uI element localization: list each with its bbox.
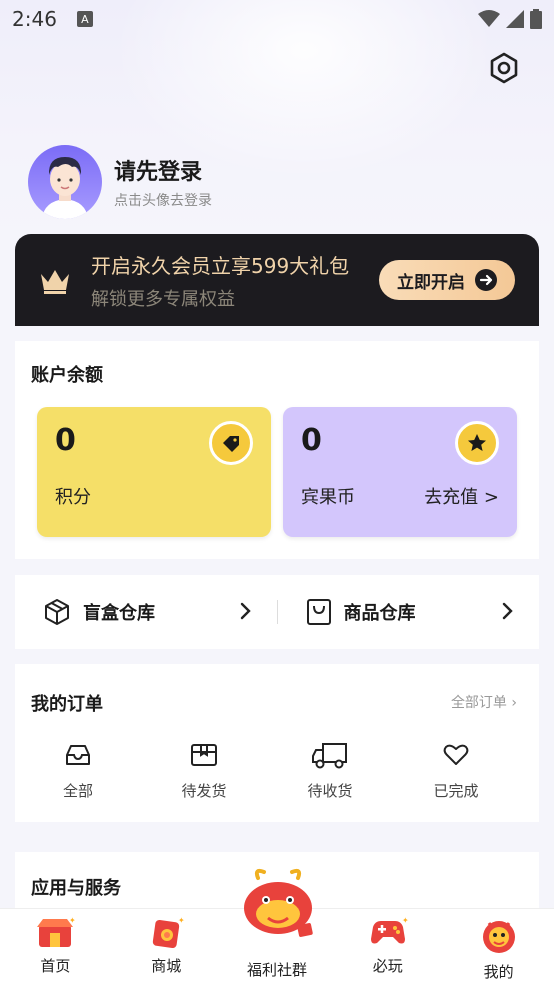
lion-mascot-icon	[482, 921, 515, 953]
profile-section[interactable]: 请先登录 点击头像去登录	[28, 145, 212, 219]
vip-open-button[interactable]: 立即开启	[379, 260, 515, 300]
box-icon	[45, 599, 69, 625]
order-tab-label: 已完成	[433, 782, 479, 800]
coins-star-icon	[455, 421, 499, 465]
mall-bag-icon: ✦	[153, 916, 185, 949]
nav-label: 必玩	[372, 957, 403, 975]
login-subtitle: 点击头像去登录	[114, 193, 212, 209]
notification-a-icon: A	[76, 11, 93, 27]
battery-icon	[530, 9, 542, 29]
wifi-icon	[478, 10, 500, 27]
goods-warehouse-label: 商品仓库	[343, 603, 416, 624]
settings-hex-icon	[490, 52, 518, 84]
vip-subtitle: 解锁更多专属权益	[91, 288, 235, 310]
order-tab-pending-receive[interactable]: 待收货	[267, 738, 393, 801]
heart-icon	[443, 744, 469, 765]
order-tab-label: 待收货	[307, 782, 353, 800]
nav-mine[interactable]: 我的	[443, 909, 554, 984]
nav-must-play[interactable]: ✦ 必玩	[332, 909, 443, 984]
svg-text:✦: ✦	[69, 916, 75, 925]
chevron-right-icon	[240, 602, 251, 620]
balance-card: 账户余额 0 积分 0 宾果币 去充值 >	[15, 341, 539, 559]
blind-box-warehouse-button[interactable]: 盲盒仓库	[15, 575, 277, 649]
home-shop-icon: ✦	[37, 916, 75, 947]
avatar-boy-icon	[42, 157, 88, 219]
vip-title: 开启永久会员立享599大礼包	[91, 253, 350, 278]
shopping-bag-icon	[306, 599, 331, 625]
coins-value: 0	[301, 423, 322, 458]
warehouse-card: 盲盒仓库 商品仓库	[15, 575, 539, 649]
chevron-right-icon	[502, 602, 513, 620]
nav-label: 我的	[483, 963, 514, 981]
order-tab-label: 待发货	[181, 782, 227, 800]
login-title[interactable]: 请先登录	[114, 154, 212, 186]
status-bar: 2:46 A	[0, 0, 554, 38]
vip-open-label: 立即开启	[397, 272, 465, 293]
points-label: 积分	[55, 487, 91, 508]
all-orders-link[interactable]: 全部订单 ›	[451, 692, 517, 712]
arrow-right-icon	[475, 269, 497, 291]
vip-banner[interactable]: 开启永久会员立享599大礼包 解锁更多专属权益 立即开启	[15, 234, 539, 326]
nav-label: 福利社群	[246, 961, 307, 979]
community-dragon-icon[interactable]	[236, 868, 320, 948]
signal-icon	[506, 10, 524, 28]
recharge-link[interactable]: 去充值 >	[424, 483, 499, 509]
nav-label: 首页	[40, 957, 71, 975]
avatar[interactable]	[28, 145, 102, 219]
order-tab-all[interactable]: 全部	[15, 738, 141, 801]
orders-card: 我的订单 全部订单 › 全部 待发货 待收货 已完成	[15, 664, 539, 822]
points-box[interactable]: 0 积分	[37, 407, 271, 537]
balance-title: 账户余额	[31, 365, 103, 386]
inbox-icon	[66, 745, 90, 765]
blind-box-warehouse-label: 盲盒仓库	[83, 603, 155, 624]
truck-icon	[312, 743, 347, 769]
order-tab-pending-ship[interactable]: 待发货	[141, 738, 267, 801]
nav-home[interactable]: ✦ 首页	[0, 909, 111, 984]
crown-icon	[41, 270, 69, 294]
status-time: 2:46	[12, 7, 57, 31]
gamepad-icon: ✦	[370, 916, 409, 944]
goods-warehouse-button[interactable]: 商品仓库	[278, 575, 540, 649]
points-value: 0	[55, 423, 76, 458]
orders-title: 我的订单	[31, 694, 103, 715]
settings-button[interactable]	[486, 50, 522, 86]
nav-label: 商城	[151, 957, 182, 975]
order-tab-completed[interactable]: 已完成	[393, 738, 519, 801]
svg-text:✦: ✦	[402, 916, 409, 925]
svg-text:✦: ✦	[178, 916, 185, 925]
coins-box[interactable]: 0 宾果币 去充值 >	[283, 407, 517, 537]
nav-mall[interactable]: ✦ 商城	[111, 909, 222, 984]
services-title: 应用与服务	[31, 878, 121, 899]
coins-label: 宾果币	[301, 487, 355, 508]
order-tab-label: 全部	[62, 782, 93, 800]
package-icon	[191, 744, 217, 766]
points-tag-icon	[209, 421, 253, 465]
